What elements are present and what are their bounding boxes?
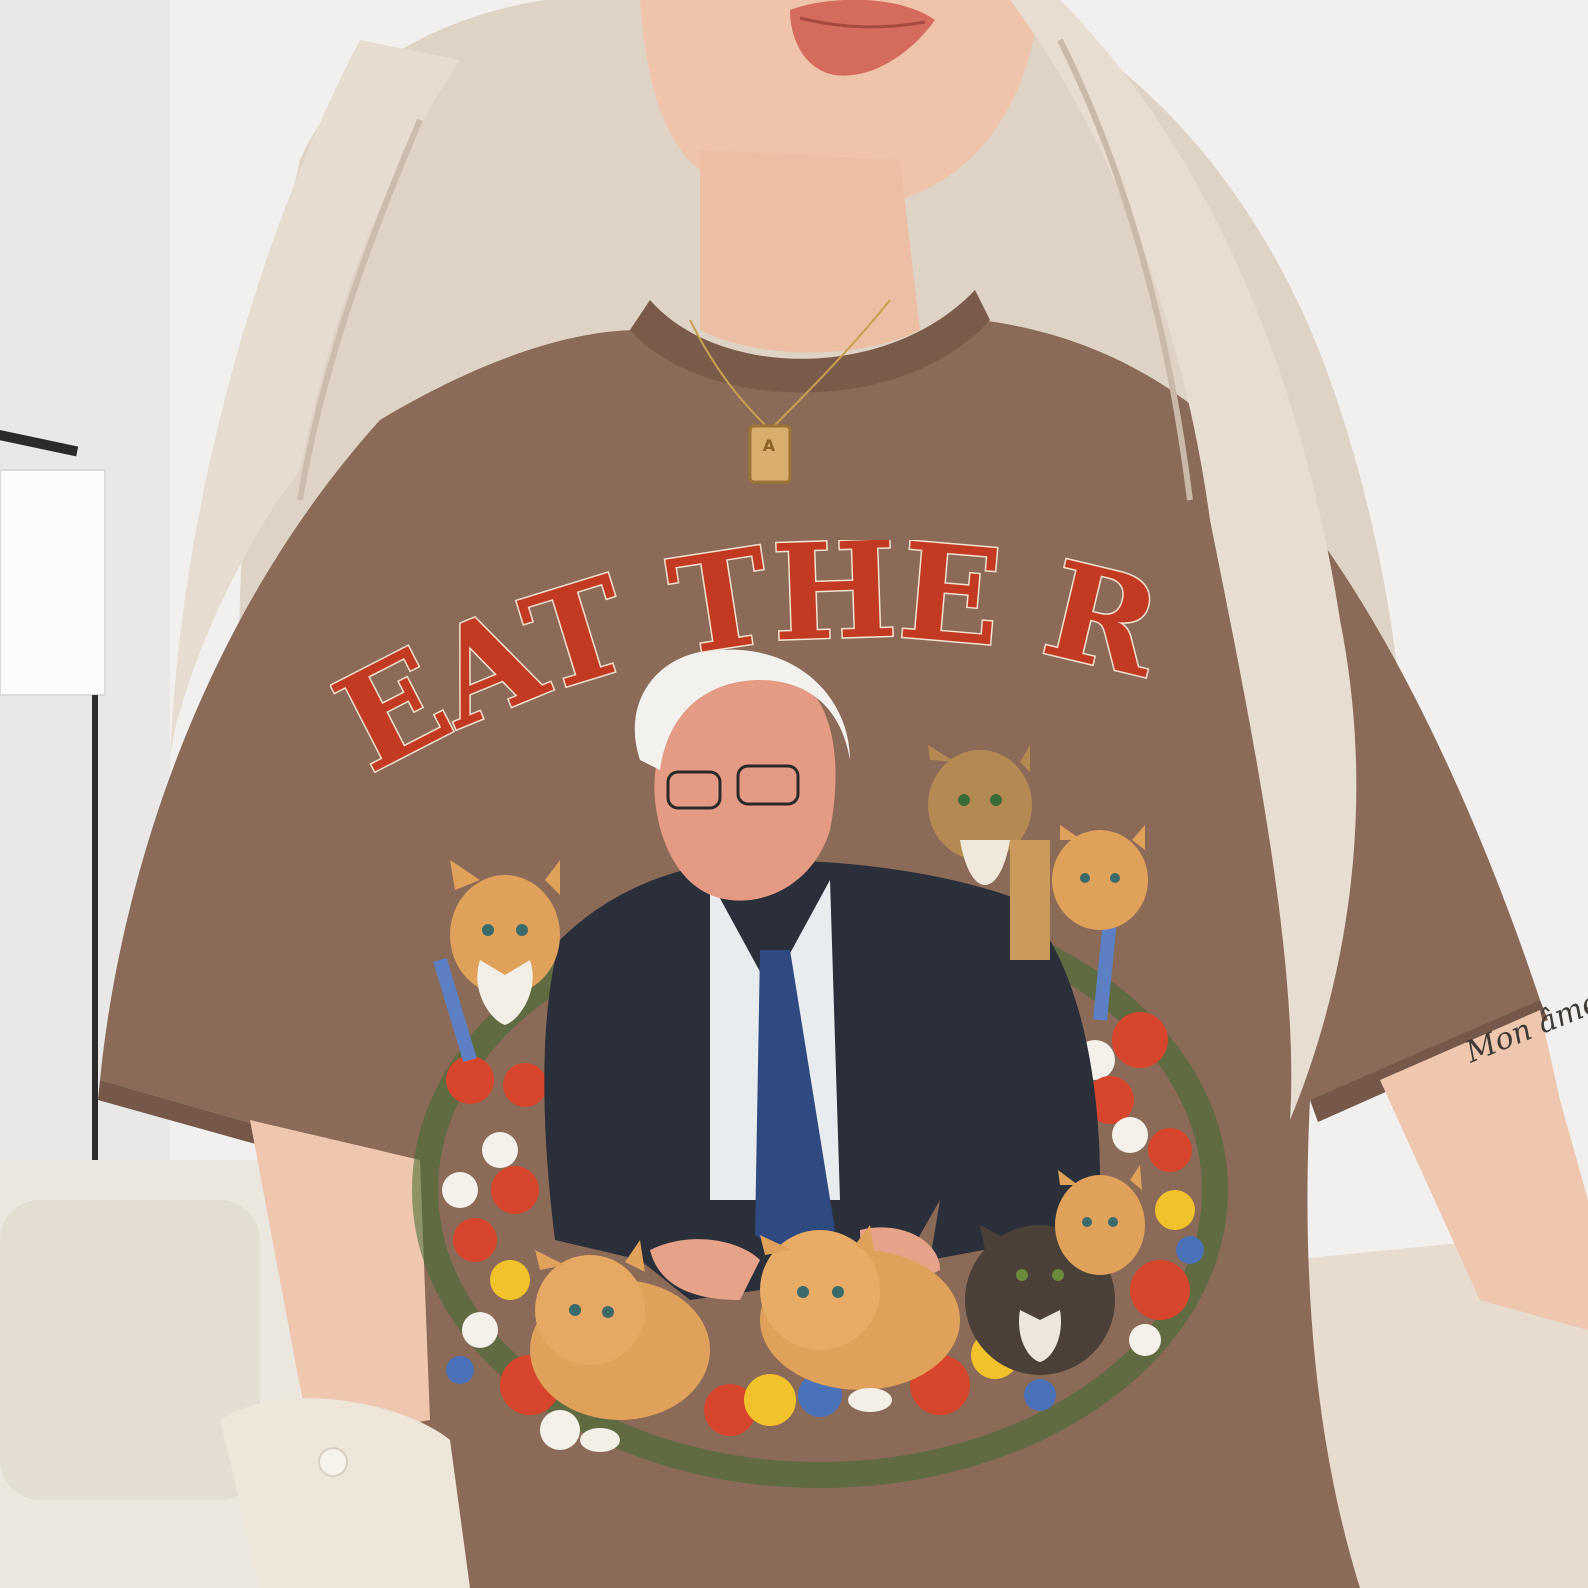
pendant-letter: A (762, 436, 776, 455)
cuff-button (318, 1447, 348, 1477)
neck (700, 150, 920, 353)
headline-text: EAT THE RICH (330, 540, 1175, 800)
photo-scene: EAT THE RICH A Mon âme (0, 0, 1588, 1588)
shirt-headline: EAT THE RICH (330, 540, 1190, 800)
headline-textpath: EAT THE RICH (330, 540, 1178, 800)
headline-arc: EAT THE RICH (330, 540, 1178, 800)
